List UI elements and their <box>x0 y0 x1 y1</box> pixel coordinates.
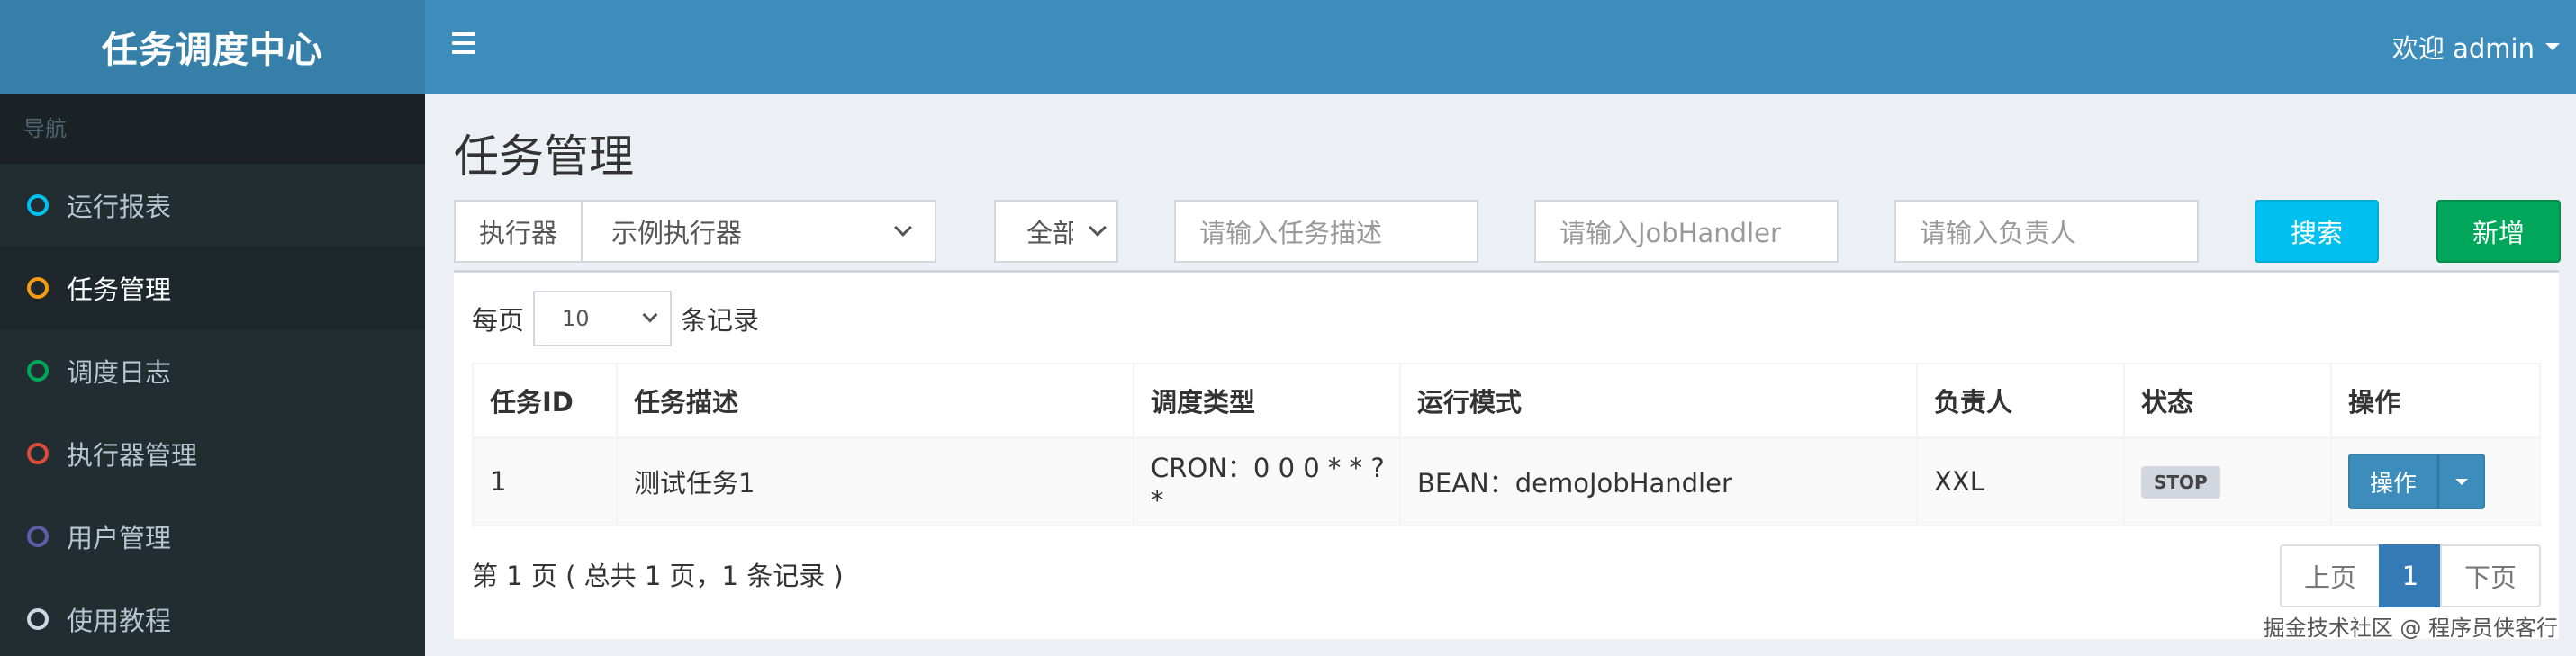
circle-icon <box>27 526 49 547</box>
menu-toggle-icon[interactable] <box>452 32 475 54</box>
action-dropdown-toggle[interactable] <box>2438 454 2486 510</box>
cell-run-mode: BEAN：demoJobHandler <box>1399 436 1918 526</box>
col-status[interactable]: 状态 <box>2123 363 2332 439</box>
sidebar-item-help[interactable]: 使用教程 <box>0 578 425 656</box>
page-title: 任务管理 <box>454 130 634 183</box>
page-1-button[interactable]: 1 <box>2379 544 2442 607</box>
watermark: 掘金技术社区 @ 程序员侠客行 <box>2263 616 2558 641</box>
circle-icon <box>27 443 49 464</box>
chevron-down-icon <box>642 307 658 323</box>
job-handler-input[interactable]: 请输入JobHandler <box>1534 200 1839 263</box>
caret-down-icon <box>2545 43 2560 50</box>
sidebar-item-executor[interactable]: 执行器管理 <box>0 412 425 495</box>
col-job-id[interactable]: 任务ID <box>472 363 618 439</box>
next-page-button[interactable]: 下页 <box>2440 544 2541 607</box>
page-length-control: 每页 10 条记录 <box>472 291 759 346</box>
table-header-row: 任务ID 任务描述 调度类型 运行模式 负责人 状态 操作 <box>472 363 2541 439</box>
add-job-button[interactable]: 新增 <box>2436 200 2561 263</box>
executor-filter: 执行器 示例执行器 <box>454 200 936 263</box>
job-table: 任务ID 任务描述 调度类型 运行模式 负责人 状态 操作 1 测试任务1 CR… <box>472 363 2541 526</box>
nav-header: 导航 <box>0 94 425 164</box>
cell-status: STOP <box>2123 436 2332 526</box>
col-author[interactable]: 负责人 <box>1916 363 2125 439</box>
page-length-value: 10 <box>562 306 590 331</box>
top-navbar: 欢迎 admin <box>425 0 2576 94</box>
per-page-prefix: 每页 <box>472 305 525 336</box>
cell-schedule: CRON：0 0 0 * * ? * <box>1133 436 1401 526</box>
col-schedule-type[interactable]: 调度类型 <box>1133 363 1401 439</box>
chevron-down-icon <box>1089 219 1107 237</box>
job-table-box: 每页 10 条记录 任务ID 任务描述 调度类型 运行模式 负责人 状态 操作 … <box>454 270 2559 639</box>
caret-down-icon <box>2454 478 2468 485</box>
col-job-desc[interactable]: 任务描述 <box>616 363 1134 439</box>
cell-actions: 操作 <box>2330 436 2541 526</box>
status-select[interactable]: 全部 <box>994 200 1118 263</box>
app-logo[interactable]: 任务调度中心 <box>0 0 425 94</box>
sidebar: 任务调度中心 导航 运行报表 任务管理 调度日志 执行器管理 用户管理 使用教程 <box>0 0 425 656</box>
pagination-info: 第 1 页 ( 总共 1 页，1 条记录 ) <box>472 561 844 591</box>
page-length-select[interactable]: 10 <box>533 291 673 346</box>
job-desc-input[interactable]: 请输入任务描述 <box>1174 200 1478 263</box>
circle-icon <box>27 360 49 382</box>
chevron-down-icon <box>894 219 912 237</box>
circle-icon <box>27 194 49 216</box>
sidebar-item-user[interactable]: 用户管理 <box>0 495 425 578</box>
status-badge: STOP <box>2141 466 2220 499</box>
sidebar-item-label: 任务管理 <box>67 274 172 305</box>
sidebar-item-label: 运行报表 <box>67 192 172 222</box>
sidebar-item-label: 用户管理 <box>67 523 172 553</box>
sidebar-item-report[interactable]: 运行报表 <box>0 164 425 247</box>
search-button[interactable]: 搜索 <box>2255 200 2379 263</box>
sidebar-item-log[interactable]: 调度日志 <box>0 329 425 412</box>
app-title: 任务调度中心 <box>102 30 323 71</box>
sidebar-item-label: 执行器管理 <box>67 440 198 471</box>
status-select-value: 全部 <box>1026 218 1073 248</box>
author-input[interactable]: 请输入负责人 <box>1894 200 2199 263</box>
circle-icon <box>27 277 49 299</box>
cell-job-id: 1 <box>472 436 618 526</box>
pagination: 上页 1 下页 <box>2280 544 2541 607</box>
action-button[interactable]: 操作 <box>2348 454 2439 510</box>
sidebar-item-label: 使用教程 <box>67 606 172 636</box>
sidebar-item-label: 调度日志 <box>67 357 172 388</box>
welcome-text: 欢迎 admin <box>2391 33 2535 64</box>
cell-author: XXL <box>1916 436 2125 526</box>
sidebar-item-job-manage[interactable]: 任务管理 <box>0 247 425 329</box>
col-run-mode[interactable]: 运行模式 <box>1399 363 1918 439</box>
prev-page-button[interactable]: 上页 <box>2280 544 2381 607</box>
executor-select[interactable]: 示例执行器 <box>583 202 935 261</box>
col-actions: 操作 <box>2330 363 2541 439</box>
table-row: 1 测试任务1 CRON：0 0 0 * * ? * BEAN：demoJobH… <box>472 436 2541 526</box>
executor-select-value: 示例执行器 <box>611 218 743 248</box>
executor-label: 执行器 <box>456 202 583 261</box>
action-button-group: 操作 <box>2348 454 2486 510</box>
circle-icon <box>27 608 49 630</box>
cell-job-desc: 测试任务1 <box>616 436 1134 526</box>
user-menu[interactable]: 欢迎 admin <box>2392 0 2560 94</box>
per-page-suffix: 条记录 <box>681 305 760 336</box>
